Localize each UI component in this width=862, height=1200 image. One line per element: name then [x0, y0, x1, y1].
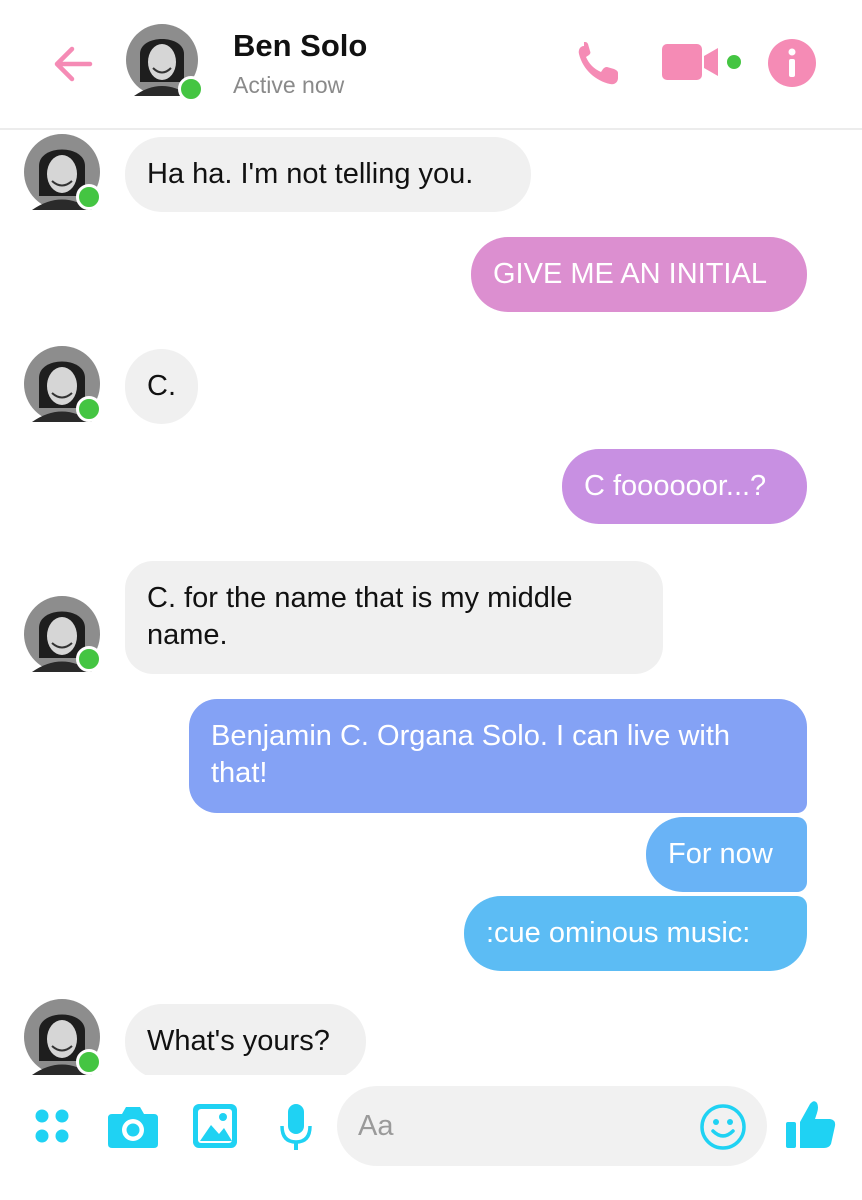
outgoing-message[interactable]: C foooooor...? — [562, 449, 807, 524]
video-camera-icon[interactable] — [662, 42, 742, 82]
gallery-icon[interactable] — [192, 1103, 238, 1149]
conversation-header: Ben Solo Active now — [0, 0, 862, 130]
phone-icon[interactable] — [574, 40, 626, 86]
outgoing-message[interactable]: Benjamin C. Organa Solo. I can live with… — [189, 699, 807, 813]
camera-icon[interactable] — [106, 1104, 160, 1150]
sender-avatar[interactable] — [24, 346, 102, 422]
active-status: Active now — [233, 72, 345, 98]
contact-name[interactable]: Ben Solo — [233, 28, 367, 64]
emoji-icon[interactable] — [699, 1103, 747, 1151]
incoming-message[interactable]: C. for the name that is my middle name. — [125, 561, 663, 674]
message-input-placeholder: Aa — [358, 1110, 394, 1142]
more-apps-icon[interactable] — [32, 1106, 72, 1146]
incoming-message[interactable]: What's yours? — [125, 1004, 366, 1079]
info-icon[interactable] — [766, 37, 818, 89]
outgoing-message[interactable]: GIVE ME AN INITIAL — [471, 237, 807, 312]
online-indicator — [76, 396, 102, 422]
online-indicator — [76, 184, 102, 210]
sender-avatar[interactable] — [24, 134, 102, 210]
incoming-message[interactable]: Ha ha. I'm not telling you. — [125, 137, 531, 212]
microphone-icon[interactable] — [278, 1102, 314, 1152]
outgoing-message[interactable]: :cue ominous music: — [464, 896, 807, 971]
thumbs-up-icon[interactable] — [784, 1098, 838, 1152]
contact-avatar[interactable] — [126, 24, 204, 102]
outgoing-message[interactable]: For now — [646, 817, 807, 892]
sender-avatar[interactable] — [24, 999, 102, 1075]
incoming-message[interactable]: C. — [125, 349, 198, 424]
online-indicator — [76, 1049, 102, 1075]
back-arrow-icon[interactable] — [46, 36, 102, 92]
online-indicator — [178, 76, 204, 102]
online-indicator — [76, 646, 102, 672]
sender-avatar[interactable] — [24, 596, 102, 672]
